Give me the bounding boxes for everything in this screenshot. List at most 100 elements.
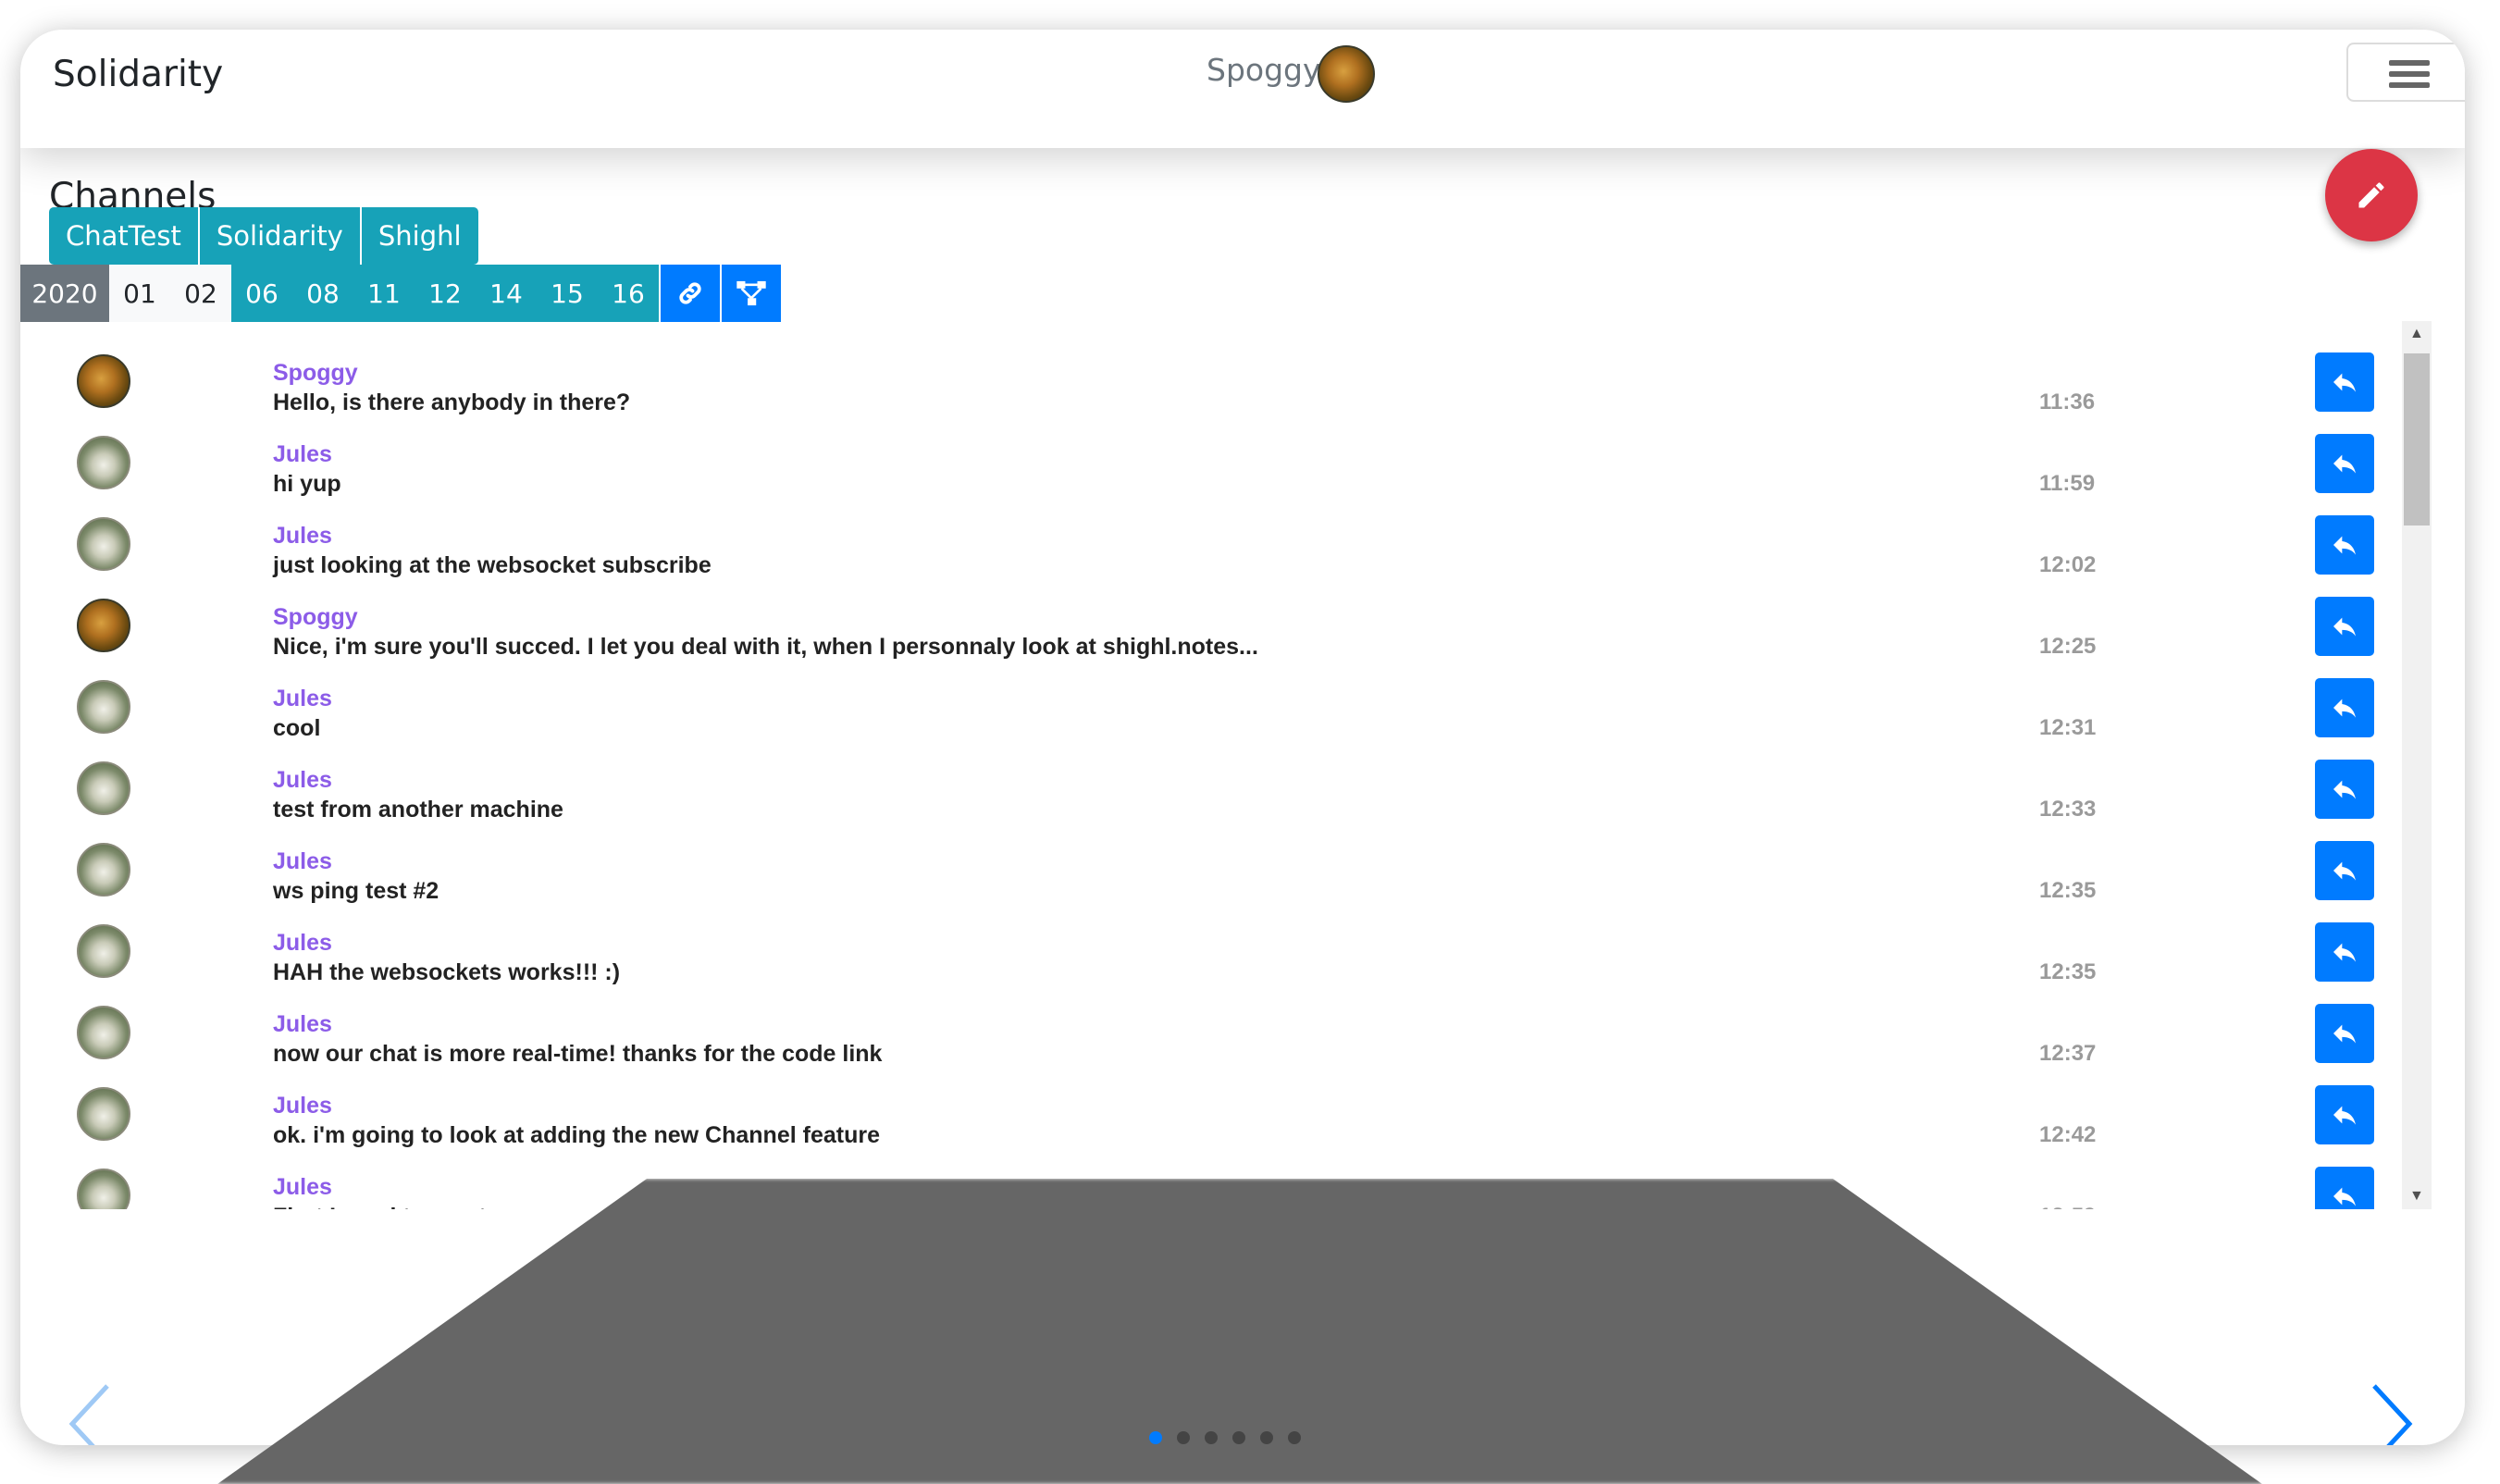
reply-icon: [2333, 1024, 2356, 1044]
message-author[interactable]: Spoggy: [273, 604, 358, 631]
message-author[interactable]: Jules: [273, 1174, 332, 1201]
message-time: 12:59: [2039, 1204, 2096, 1209]
message-text: HAH the websockets works!!! :): [273, 959, 621, 985]
navbar: Solidarity Spoggy: [20, 30, 2465, 148]
carousel-indicator[interactable]: [1205, 1431, 1218, 1444]
day-button[interactable]: 15: [537, 265, 598, 322]
reply-icon: [2333, 861, 2356, 881]
message-row: Jules ok. i'm going to look at adding the…: [20, 1085, 2426, 1167]
reply-icon: [2333, 617, 2356, 637]
message-time: 11:59: [2039, 471, 2096, 496]
message-time: 12:35: [2039, 878, 2097, 903]
carousel-next-button[interactable]: [2369, 1382, 2415, 1445]
scroll-up-arrow[interactable]: ▲: [2409, 326, 2424, 342]
reply-icon: [2333, 454, 2356, 474]
hamburger-icon: [2389, 60, 2430, 66]
reply-button[interactable]: [2315, 678, 2374, 737]
message-time: 12:02: [2039, 552, 2097, 577]
reply-button[interactable]: [2315, 922, 2374, 982]
hamburger-menu-button[interactable]: [2346, 43, 2465, 102]
message-author[interactable]: Jules: [273, 930, 332, 957]
reply-button[interactable]: [2315, 597, 2374, 656]
day-button[interactable]: 16: [598, 265, 659, 322]
avatar[interactable]: [77, 680, 130, 734]
reply-button[interactable]: [2315, 1085, 2374, 1144]
message-author[interactable]: Jules: [273, 1011, 332, 1038]
avatar[interactable]: [77, 517, 130, 571]
avatar[interactable]: [77, 761, 130, 815]
day-button[interactable]: 11: [353, 265, 415, 322]
channel-tab-chattest[interactable]: ChatTest: [49, 207, 200, 265]
message-time: 12:31: [2039, 715, 2097, 740]
carousel-indicator[interactable]: [1232, 1431, 1245, 1444]
message-row: Spoggy Nice, i'm sure you'll succed. I le…: [20, 597, 2426, 678]
scrollbar-thumb[interactable]: [2404, 353, 2430, 526]
message-time: 12:37: [2039, 1041, 2097, 1066]
channel-tab-solidarity[interactable]: Solidarity: [199, 207, 362, 265]
message-text: just looking at the websocket subscribe: [273, 552, 712, 578]
message-time: 11:36: [2039, 390, 2096, 414]
month-button[interactable]: 02: [170, 265, 231, 322]
avatar[interactable]: [77, 1169, 130, 1209]
reply-icon: [2333, 943, 2356, 962]
channel-tab-shighl[interactable]: Shighl: [361, 207, 478, 265]
message-author[interactable]: Jules: [273, 441, 332, 468]
avatar[interactable]: [77, 843, 130, 897]
avatar[interactable]: [77, 436, 130, 489]
brand-title[interactable]: Solidarity: [53, 54, 223, 95]
reply-button[interactable]: [2315, 352, 2374, 412]
message-author[interactable]: Jules: [273, 848, 332, 875]
reply-button[interactable]: [2315, 515, 2374, 575]
reply-icon: [2333, 780, 2356, 799]
reply-button[interactable]: [2315, 841, 2374, 900]
reply-icon: [2333, 373, 2356, 392]
reply-button[interactable]: [2315, 1004, 2374, 1063]
reply-button[interactable]: [2315, 434, 2374, 493]
avatar[interactable]: [77, 924, 130, 978]
reply-icon: [2333, 536, 2356, 555]
reply-button[interactable]: [2315, 1167, 2374, 1209]
day-button[interactable]: 06: [231, 265, 292, 322]
message-text: Hello, is there anybody in there?: [273, 390, 631, 415]
message-row: Jules hi yup 11:59: [20, 434, 2426, 515]
message-author[interactable]: Jules: [273, 523, 332, 550]
carousel-indicator[interactable]: [1260, 1431, 1273, 1444]
message-list[interactable]: Spoggy Hello, is there anybody in there? 1…: [20, 321, 2426, 1209]
chevron-right-icon: [2372, 1384, 2413, 1445]
reply-icon: [2333, 1106, 2356, 1125]
message-time: 12:35: [2039, 959, 2097, 984]
avatar[interactable]: [77, 599, 130, 652]
user-name[interactable]: Spoggy: [1207, 52, 1321, 88]
year-button[interactable]: 2020: [20, 265, 109, 322]
message-text: ws ping test #2: [273, 878, 439, 904]
pencil-icon: [2358, 182, 2384, 208]
message-row: Jules test from another machine 12:33: [20, 760, 2426, 841]
carousel-prev-button[interactable]: [67, 1382, 113, 1445]
message-row: Jules ws ping test #2 12:35: [20, 841, 2426, 922]
month-button[interactable]: 01: [109, 265, 170, 322]
avatar[interactable]: [77, 1006, 130, 1059]
message-text: now our chat is more real-time! thanks f…: [273, 1041, 883, 1067]
message-author[interactable]: Spoggy: [273, 360, 358, 387]
message-author[interactable]: Jules: [273, 686, 332, 712]
carousel-indicators: [1149, 1431, 1301, 1444]
reply-button[interactable]: [2315, 760, 2374, 819]
carousel-indicator[interactable]: [1177, 1431, 1190, 1444]
link-button[interactable]: [659, 265, 720, 322]
day-button[interactable]: 12: [415, 265, 476, 322]
scroll-down-arrow[interactable]: ▼: [2409, 1188, 2424, 1205]
user-avatar[interactable]: [1318, 45, 1375, 103]
day-button[interactable]: 08: [292, 265, 353, 322]
carousel-indicator[interactable]: [1288, 1431, 1301, 1444]
message-row: Jules just looking at the websocket subsc…: [20, 515, 2426, 597]
carousel-indicator[interactable]: [1149, 1431, 1162, 1444]
message-author[interactable]: Jules: [273, 1093, 332, 1119]
compose-button[interactable]: [2325, 149, 2418, 241]
graph-button[interactable]: [720, 265, 781, 322]
share-network-icon: [736, 280, 766, 306]
message-author[interactable]: Jules: [273, 767, 332, 794]
avatar[interactable]: [77, 354, 130, 408]
day-button[interactable]: 14: [476, 265, 537, 322]
message-text: cool: [273, 715, 321, 741]
avatar[interactable]: [77, 1087, 130, 1141]
